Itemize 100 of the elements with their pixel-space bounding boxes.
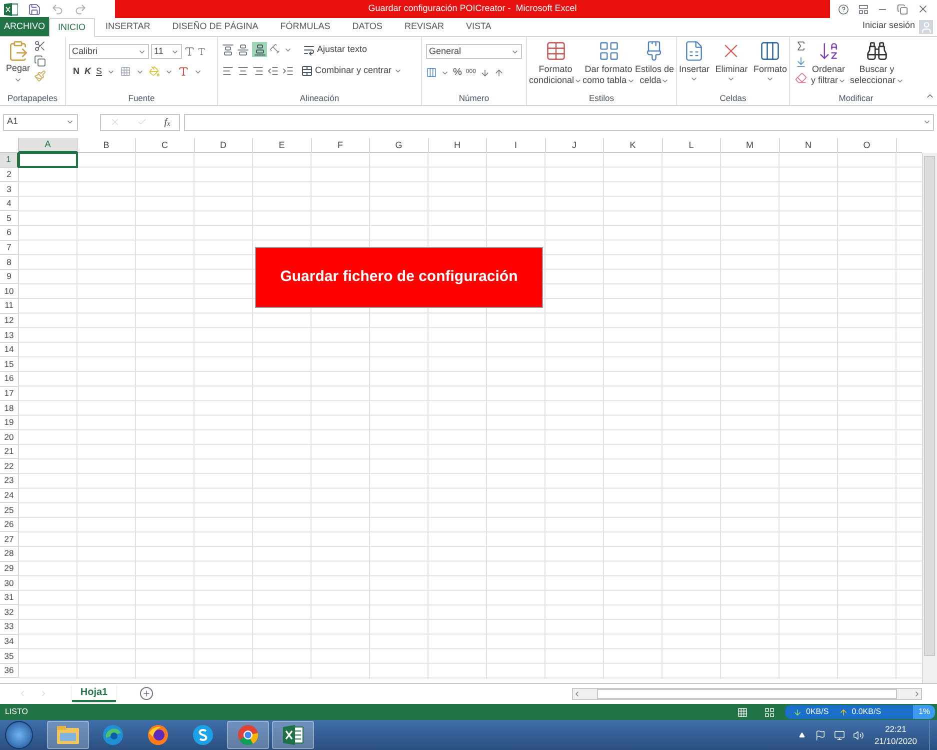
row-header[interactable]: 35: [0, 649, 19, 664]
cut-icon[interactable]: [34, 40, 46, 52]
row-header[interactable]: 25: [0, 503, 19, 518]
sheet-tab[interactable]: Hoja1: [72, 684, 116, 702]
wrap-text-button[interactable]: Ajustar texto: [303, 42, 368, 56]
restore-icon[interactable]: [897, 4, 908, 14]
underline-button[interactable]: S: [96, 65, 102, 78]
row-header[interactable]: 33: [0, 620, 19, 635]
ribbon-tab[interactable]: FÓRMULAS: [269, 18, 342, 36]
row-header[interactable]: 5: [0, 211, 19, 226]
cells-button[interactable]: Eliminar: [715, 40, 748, 83]
row-header[interactable]: 20: [0, 430, 19, 445]
column-header[interactable]: F: [312, 138, 370, 153]
grow-font-icon[interactable]: [184, 46, 195, 57]
copy-icon[interactable]: [34, 55, 46, 67]
row-header[interactable]: 18: [0, 401, 19, 416]
name-box[interactable]: A1: [3, 114, 78, 130]
row-header[interactable]: 8: [0, 255, 19, 270]
active-cell[interactable]: [18, 152, 78, 168]
ribbon-tab[interactable]: INICIO: [49, 18, 95, 37]
row-header[interactable]: 10: [0, 284, 19, 299]
cells-button[interactable]: Insertar: [679, 40, 710, 83]
row-header[interactable]: 14: [0, 342, 19, 358]
ribbon-tab[interactable]: INSERTAR: [94, 18, 162, 36]
style-button[interactable]: Formato condicional: [529, 40, 582, 86]
font-name-field[interactable]: Calibri: [69, 44, 149, 59]
ribbon-tab[interactable]: VISTA: [454, 18, 502, 36]
row-header[interactable]: 26: [0, 518, 19, 532]
column-header[interactable]: C: [136, 138, 194, 153]
number-format-field[interactable]: General: [426, 44, 522, 59]
column-header[interactable]: E: [253, 138, 312, 153]
column-header[interactable]: K: [604, 138, 662, 153]
horizontal-scrollbar[interactable]: [572, 688, 922, 700]
align-top-icon[interactable]: [222, 44, 234, 56]
column-header[interactable]: A: [19, 138, 78, 153]
help-icon[interactable]: [838, 4, 850, 14]
align-left-icon[interactable]: [222, 64, 234, 77]
eraser-icon[interactable]: [795, 72, 807, 84]
row-header[interactable]: 19: [0, 416, 19, 430]
row-header[interactable]: 27: [0, 532, 19, 548]
normal-view-icon[interactable]: [737, 706, 748, 718]
taskbar-app[interactable]: [272, 721, 314, 749]
redo-icon[interactable]: [74, 2, 87, 16]
fill-down-icon[interactable]: [795, 56, 807, 68]
volume-icon[interactable]: [853, 730, 864, 740]
add-sheet-icon[interactable]: [140, 687, 153, 700]
align-right-icon[interactable]: [252, 64, 264, 77]
row-header[interactable]: 17: [0, 386, 19, 402]
column-header[interactable]: J: [546, 138, 604, 153]
borders-icon[interactable]: [120, 66, 132, 78]
decrease-indent-icon[interactable]: [267, 64, 279, 77]
row-header[interactable]: 2: [0, 168, 19, 182]
scroll-left-icon[interactable]: [573, 690, 581, 698]
row-header[interactable]: 34: [0, 634, 19, 650]
ribbon-tab[interactable]: DISEÑO DE PÁGINA: [161, 18, 270, 36]
row-header[interactable]: 28: [0, 547, 19, 562]
row-header[interactable]: 23: [0, 474, 19, 489]
row-header[interactable]: 31: [0, 590, 19, 606]
font-color-icon[interactable]: [178, 66, 190, 78]
row-header[interactable]: 13: [0, 328, 19, 343]
row-header[interactable]: 12: [0, 314, 19, 328]
row-header[interactable]: 30: [0, 576, 19, 591]
row-header[interactable]: 32: [0, 605, 19, 620]
row-header[interactable]: 36: [0, 664, 19, 678]
column-header[interactable]: B: [78, 138, 136, 153]
editing-button[interactable]: Ordenar y filtrar: [811, 40, 846, 86]
scroll-right-icon[interactable]: [913, 690, 921, 698]
ribbon-display-icon[interactable]: [858, 4, 869, 14]
flag-icon[interactable]: [815, 730, 826, 740]
style-button[interactable]: Estilos de celda: [634, 40, 674, 86]
row-header[interactable]: 7: [0, 240, 19, 256]
column-header[interactable]: L: [662, 138, 721, 153]
column-header[interactable]: M: [721, 138, 780, 153]
font-size-field[interactable]: 11: [151, 44, 182, 59]
column-header[interactable]: O: [838, 138, 896, 153]
column-header[interactable]: H: [428, 138, 487, 153]
row-header[interactable]: 4: [0, 196, 19, 212]
cells-button[interactable]: Formato: [753, 40, 787, 83]
row-header[interactable]: 11: [0, 298, 19, 314]
bold-button[interactable]: N: [73, 65, 80, 78]
insert-function-button[interactable]: f$_{x}$: [164, 114, 170, 130]
row-header[interactable]: 16: [0, 372, 19, 386]
row-header[interactable]: 21: [0, 444, 19, 460]
column-header[interactable]: I: [487, 138, 546, 153]
ribbon-tab[interactable]: REVISAR: [393, 18, 455, 36]
italic-button[interactable]: K: [84, 65, 91, 78]
clock-time[interactable]: 22:21: [885, 723, 906, 735]
ribbon-tab[interactable]: DATOS: [341, 18, 394, 36]
show-hidden-icon[interactable]: [799, 732, 806, 738]
row-header[interactable]: 6: [0, 226, 19, 241]
sign-in-link[interactable]: Iniciar sesión: [862, 18, 915, 32]
formula-input[interactable]: [184, 114, 934, 130]
style-button[interactable]: Dar formato como tabla: [582, 40, 635, 86]
autosum-icon[interactable]: [795, 40, 807, 52]
save-config-button[interactable]: Guardar fichero de configuración: [255, 247, 543, 308]
undo-icon[interactable]: [51, 2, 64, 16]
column-header[interactable]: N: [780, 138, 838, 153]
merge-center-button[interactable]: Combinar y centrar: [301, 64, 402, 78]
row-header[interactable]: 15: [0, 357, 19, 372]
start-button[interactable]: [5, 721, 33, 749]
